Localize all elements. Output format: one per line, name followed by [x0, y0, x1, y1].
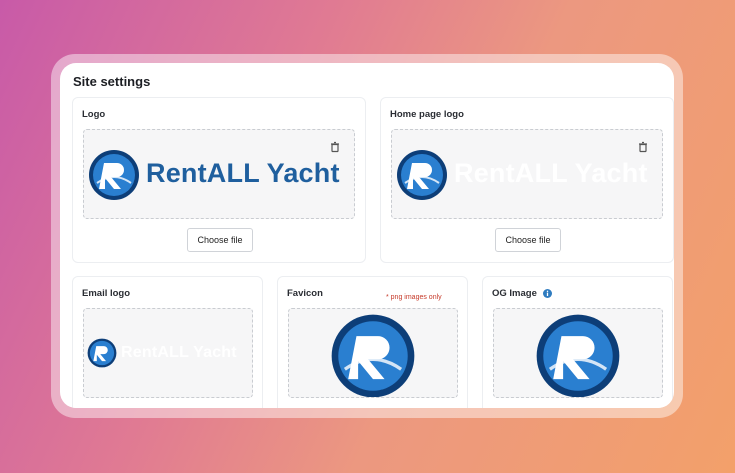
- site-settings-panel: Site settings Logo RentALL Yacht Choose …: [60, 63, 674, 408]
- favicon-card: Favicon * png images only: [277, 276, 468, 408]
- og-image-card: OG Image: [482, 276, 673, 408]
- email-logo-label: Email logo: [82, 288, 131, 299]
- email-logo-brand-text: RentALL Yacht: [121, 344, 237, 361]
- yacht-logo-icon: [397, 150, 447, 200]
- logo-brand-text: RentALL Yacht: [146, 158, 340, 188]
- info-icon[interactable]: [542, 288, 552, 298]
- home-logo-card: Home page logo RentALL Yacht Choose file: [380, 97, 674, 263]
- home-logo-brand-text: RentALL Yacht: [454, 158, 648, 188]
- logo-dropzone[interactable]: RentALL Yacht: [83, 129, 355, 219]
- trash-icon[interactable]: [637, 141, 649, 153]
- email-logo-card: Email logo RentALL Yacht: [72, 276, 263, 408]
- og-image-label-text: OG Image: [492, 288, 537, 299]
- favicon-dropzone[interactable]: [288, 308, 458, 398]
- yacht-logo-icon: [89, 150, 139, 200]
- favicon-label: Favicon: [287, 288, 323, 299]
- logo-card: Logo RentALL Yacht Choose file: [72, 97, 366, 263]
- yacht-logo-icon: [331, 314, 415, 397]
- logo-label: Logo: [82, 109, 106, 120]
- home-logo-label: Home page logo: [390, 109, 464, 120]
- home-logo-choose-file-button[interactable]: Choose file: [495, 228, 561, 252]
- png-only-note: * png images only: [386, 294, 442, 301]
- yacht-logo-icon: [87, 338, 117, 368]
- trash-icon[interactable]: [329, 141, 341, 153]
- yacht-logo-icon: [536, 314, 620, 397]
- logo-choose-file-button[interactable]: Choose file: [187, 228, 253, 252]
- home-logo-dropzone[interactable]: RentALL Yacht: [391, 129, 663, 219]
- og-image-label: OG Image: [492, 288, 552, 299]
- email-logo-dropzone[interactable]: RentALL Yacht: [83, 308, 253, 398]
- panel-title: Site settings: [73, 74, 151, 89]
- og-image-dropzone[interactable]: [493, 308, 663, 398]
